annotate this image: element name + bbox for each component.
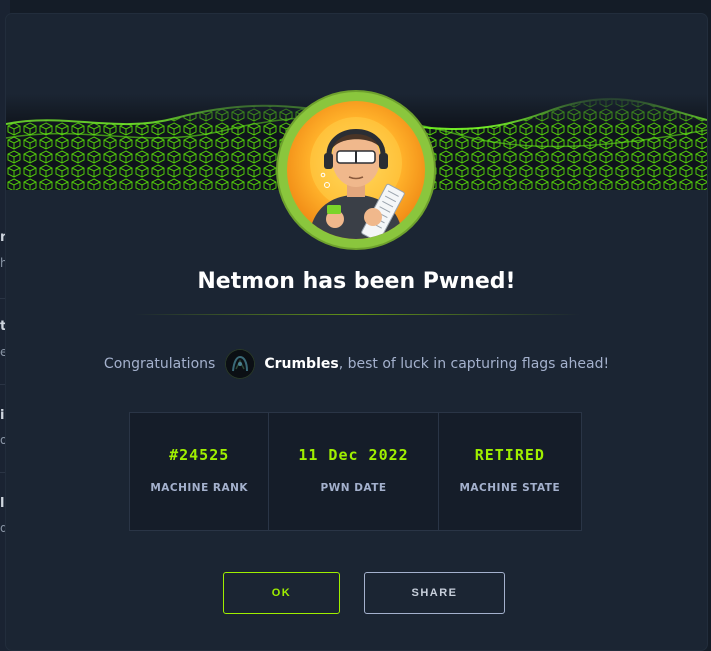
- stat-label: MACHINE STATE: [459, 482, 561, 494]
- stats-panel: #24525 MACHINE RANK 11 Dec 2022 PWN DATE…: [129, 412, 582, 531]
- stat-label: MACHINE RANK: [150, 482, 249, 494]
- stat-pwn-date: 11 Dec 2022 PWN DATE: [269, 413, 439, 530]
- share-button[interactable]: SHARE: [364, 572, 505, 614]
- username[interactable]: Crumbles: [264, 356, 338, 372]
- congrats-message: Congratulations Crumbles , best of luck …: [6, 348, 707, 380]
- background-text: i: [0, 408, 5, 423]
- pwned-modal: Netmon has been Pwned! Congratulations C…: [6, 14, 707, 650]
- hacker-avatar-icon: [309, 117, 405, 239]
- stat-value: RETIRED: [474, 446, 545, 464]
- pwned-title: Netmon has been Pwned!: [197, 269, 516, 294]
- user-avatar-icon[interactable]: [225, 349, 256, 379]
- machine-avatar: [278, 92, 434, 248]
- ok-button[interactable]: OK: [223, 572, 340, 614]
- stat-value: 11 Dec 2022: [298, 446, 409, 464]
- stat-value: #24525: [169, 446, 230, 464]
- background-text: l: [0, 496, 5, 511]
- title-divider: [134, 314, 580, 315]
- stat-label: PWN DATE: [320, 482, 387, 494]
- congrats-prefix: Congratulations: [103, 356, 216, 372]
- stat-machine-rank: #24525 MACHINE RANK: [130, 413, 270, 530]
- congrats-suffix: , best of luck in capturing flags ahead!: [338, 356, 610, 372]
- stat-machine-state: RETIRED MACHINE STATE: [439, 413, 581, 530]
